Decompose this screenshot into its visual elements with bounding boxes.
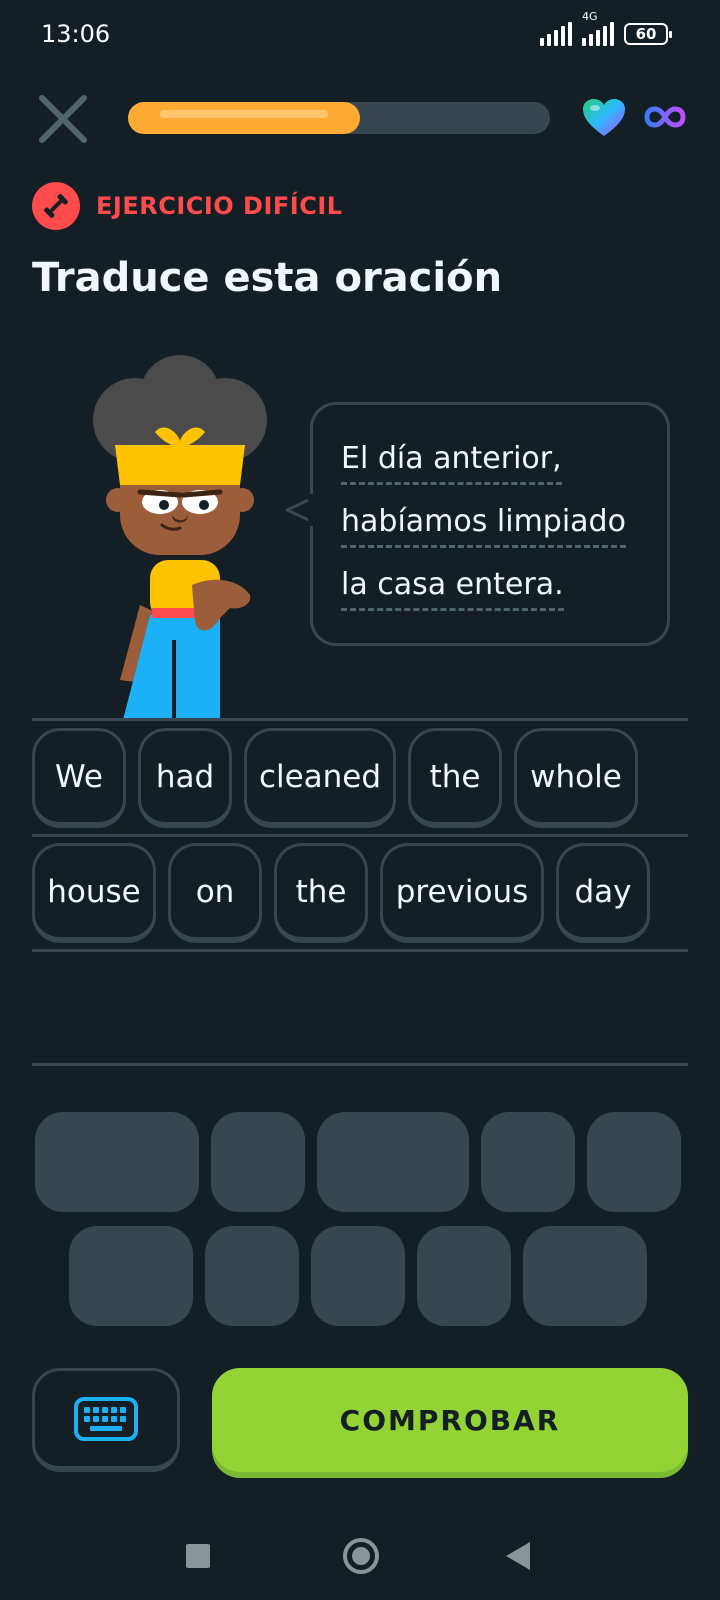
answer-row-1: We had cleaned the whole <box>32 728 638 828</box>
speech-bubble: El día anterior, habíamos limpiado la ca… <box>310 402 670 646</box>
answer-word-chip[interactable]: whole <box>514 728 638 828</box>
close-icon[interactable] <box>36 92 90 146</box>
battery-level: 60 <box>635 25 657 43</box>
home-icon[interactable] <box>343 1538 379 1574</box>
signal-icon-2 <box>582 22 614 46</box>
heart-icon[interactable] <box>582 98 626 138</box>
answer-line-3 <box>32 949 688 952</box>
answer-word-chip[interactable]: We <box>32 728 126 828</box>
word-bank-slot <box>35 1112 199 1212</box>
word-bank-slot <box>481 1112 575 1212</box>
answer-line-1 <box>32 718 688 721</box>
word-bank-row-1 <box>35 1112 681 1212</box>
word-bank-slot <box>417 1226 511 1326</box>
word-bank-slot <box>205 1226 299 1326</box>
status-icons: 4G 60 <box>540 10 672 48</box>
answer-word-chip[interactable]: the <box>274 843 368 943</box>
word-bank-slot <box>317 1112 469 1212</box>
answer-word-chip[interactable]: day <box>556 843 650 943</box>
network-indicator: 4G <box>582 10 614 46</box>
progress-shine <box>160 110 328 118</box>
status-bar: 13:06 4G 60 <box>0 0 720 70</box>
prompt-line-2[interactable]: habíamos limpiado <box>341 504 626 548</box>
word-bank-slot <box>69 1226 193 1326</box>
network-label: 4G <box>582 10 598 23</box>
answer-line-4 <box>32 1063 688 1066</box>
word-bank-slot <box>587 1112 681 1212</box>
answer-word-chip[interactable]: previous <box>380 843 544 943</box>
back-icon[interactable] <box>506 1542 530 1570</box>
check-button[interactable]: COMPROBAR <box>212 1368 688 1472</box>
lesson-progress-bar <box>128 102 550 134</box>
hard-exercise-badge: EJERCICIO DIFÍCIL <box>32 182 343 230</box>
answer-row-2: house on the previous day <box>32 843 650 943</box>
keyboard-icon <box>74 1396 138 1441</box>
system-nav-bar <box>0 1510 720 1600</box>
character-illustration <box>80 350 280 720</box>
progress-fill <box>128 102 360 134</box>
keyboard-button[interactable] <box>32 1368 180 1472</box>
word-bank-slot <box>311 1226 405 1326</box>
battery-icon: 60 <box>624 23 672 45</box>
signal-icon <box>540 22 572 46</box>
speech-bubble-cover <box>308 494 314 526</box>
word-bank-slot <box>211 1112 305 1212</box>
answer-word-chip[interactable]: the <box>408 728 502 828</box>
page-title: Traduce esta oración <box>32 255 503 301</box>
prompt-line-3[interactable]: la casa entera. <box>341 567 564 611</box>
recent-apps-icon[interactable] <box>186 1544 210 1568</box>
answer-word-chip[interactable]: house <box>32 843 156 943</box>
prompt-line-1[interactable]: El día anterior, <box>341 441 562 485</box>
answer-word-chip[interactable]: cleaned <box>244 728 396 828</box>
status-time: 13:06 <box>41 20 111 48</box>
answer-word-chip[interactable]: had <box>138 728 232 828</box>
infinity-icon <box>644 104 686 130</box>
answer-line-2 <box>32 834 688 837</box>
check-button-label: COMPROBAR <box>339 1403 561 1437</box>
word-bank-row-2 <box>69 1226 647 1326</box>
badge-label: EJERCICIO DIFÍCIL <box>96 192 343 220</box>
answer-word-chip[interactable]: on <box>168 843 262 943</box>
dumbbell-icon <box>32 182 80 230</box>
word-bank-slot <box>523 1226 647 1326</box>
